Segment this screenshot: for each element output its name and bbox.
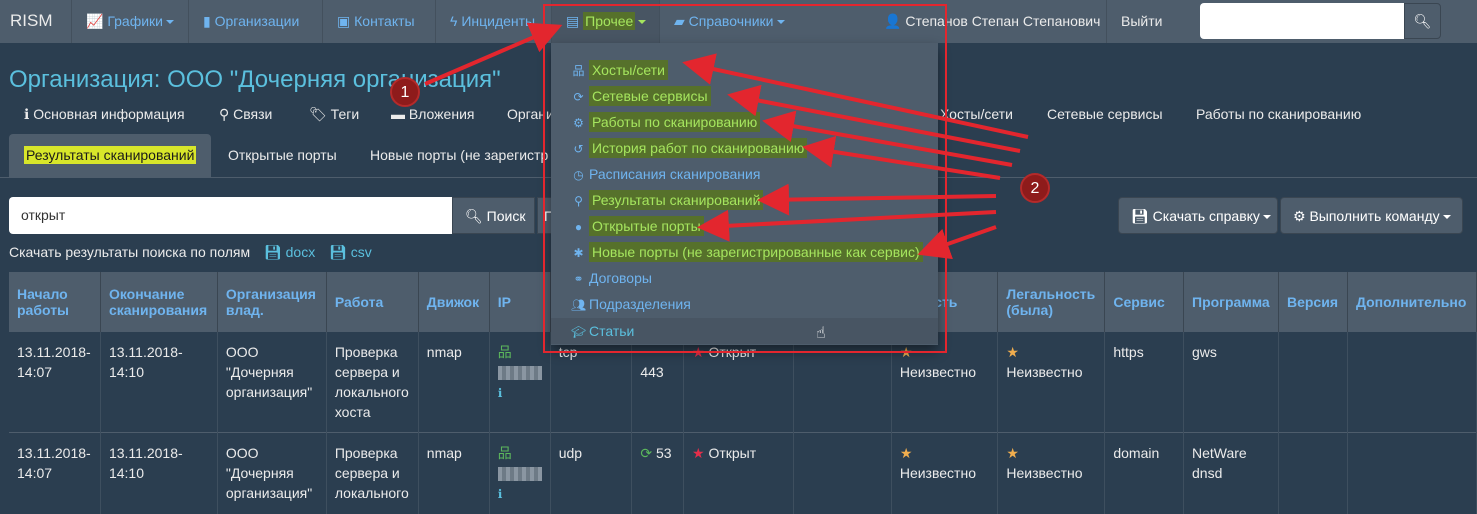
arrow-2g (925, 227, 996, 252)
arrow-2a (690, 64, 1028, 137)
arrow-1 (425, 28, 555, 84)
arrow-2e (765, 196, 996, 200)
annotation-badge-2: 2 (1020, 173, 1050, 203)
arrow-2f (705, 212, 996, 227)
annotation-arrows (0, 0, 1477, 501)
arrow-2d (810, 148, 1000, 178)
annotation-badge-1: 1 (390, 77, 420, 107)
